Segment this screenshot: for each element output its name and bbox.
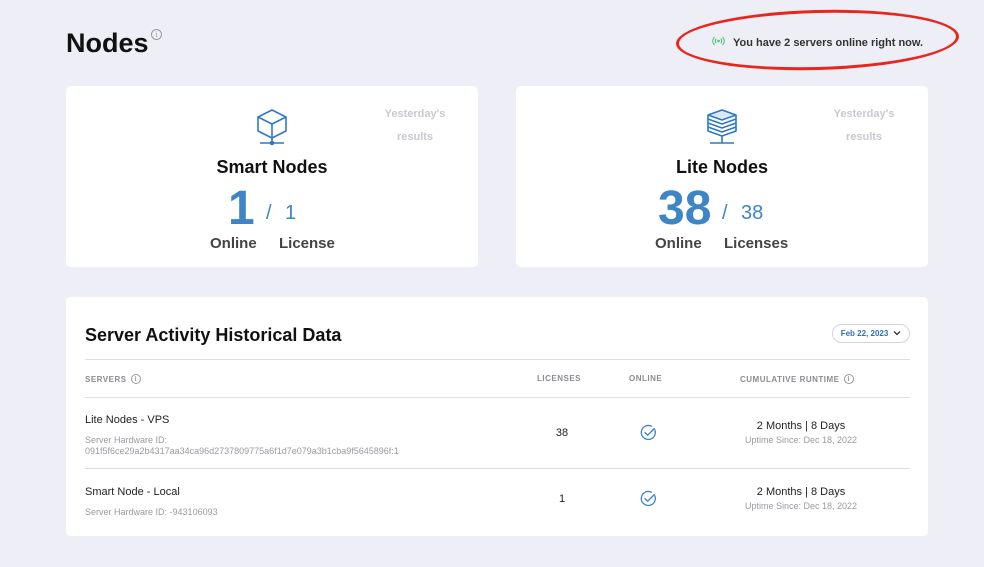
smart-online-count: 1 [228,182,255,235]
hardware-id-value: -943106093 [169,507,218,517]
divider-slash: / [722,202,728,224]
server-stack-icon [704,108,740,151]
runtime-header-label: CUMULATIVE RUNTIME [740,374,840,384]
server-hardware-id: Server Hardware ID: 091f5f6ce29a2b4317aa… [85,435,505,457]
lite-nodes-title: Lite Nodes [675,157,768,177]
servers-column-header: SERVERS i [85,374,141,384]
license-label: License [279,235,335,252]
server-activity-card: Server Activity Historical Data Feb 22, … [66,297,928,536]
cube-network-icon [254,108,290,151]
runtime-cell: 2 Months | 8 Days Uptime Since: Dec 18, … [715,486,887,511]
smart-nodes-card: Yesterday's results Smart Nodes 1 / 1 On… [66,86,478,267]
online-label: Online [210,235,257,252]
divider [85,468,910,469]
info-icon[interactable]: i [151,29,162,40]
online-label: Online [655,235,702,252]
smart-license-count: 1 [285,202,297,224]
check-circle-icon [640,424,657,446]
lite-nodes-card: Yesterday's results Lite Nodes 38 / 38 O… [516,86,928,267]
uptime-since: Uptime Since: Dec 18, 2022 [744,501,858,511]
divider-slash: / [266,202,272,224]
server-hardware-id: Server Hardware ID: -943106093 [85,507,505,518]
server-name: Smart Node - Local [85,486,180,498]
hardware-id-value: 091f5f6ce29a2b4317aa34ca96d2737809775a6f… [85,446,399,456]
runtime-value: 2 Months | 8 Days [756,420,846,432]
chevron-down-icon [893,329,901,338]
status-message: You have 2 servers online right now. [733,36,924,49]
server-name: Lite Nodes - VPS [85,414,170,426]
results-label: results [396,131,434,143]
divider [85,397,910,398]
hardware-id-label: Server Hardware ID: [85,507,168,517]
date-picker[interactable]: Feb 22, 2023 [832,324,910,343]
online-status-banner: You have 2 servers online right now. [712,36,923,49]
section-title: Server Activity Historical Data [85,325,342,345]
yesterdays-results-link[interactable]: Yesterday's results [819,103,909,149]
results-label: results [845,131,883,143]
runtime-column-header: CUMULATIVE RUNTIME i [740,374,854,384]
yesterdays-results-link[interactable]: Yesterday's results [370,103,460,149]
lite-online-count: 38 [658,182,712,235]
info-icon[interactable]: i [130,374,141,384]
date-value: Feb 22, 2023 [840,329,889,338]
smart-nodes-title: Smart Nodes [216,157,328,177]
runtime-cell: 2 Months | 8 Days Uptime Since: Dec 18, … [715,420,887,445]
divider [85,359,910,360]
page-title: Nodes [66,28,149,58]
servers-header-label: SERVERS [85,374,127,384]
licenses-label: Licenses [724,235,789,252]
yesterday-label: Yesterday's [833,108,895,120]
hardware-id-label: Server Hardware ID: [85,435,168,445]
lite-license-count: 38 [741,202,764,224]
uptime-since: Uptime Since: Dec 18, 2022 [744,435,858,445]
online-column-header: ONLINE [629,374,663,383]
signal-icon [712,36,725,49]
license-count: 38 [555,427,569,439]
runtime-value: 2 Months | 8 Days [756,486,846,498]
yesterday-label: Yesterday's [384,108,446,120]
license-count: 1 [558,493,566,505]
check-circle-icon [640,490,657,512]
licenses-column-header: LICENSES [537,374,582,383]
info-icon[interactable]: i [843,374,854,384]
